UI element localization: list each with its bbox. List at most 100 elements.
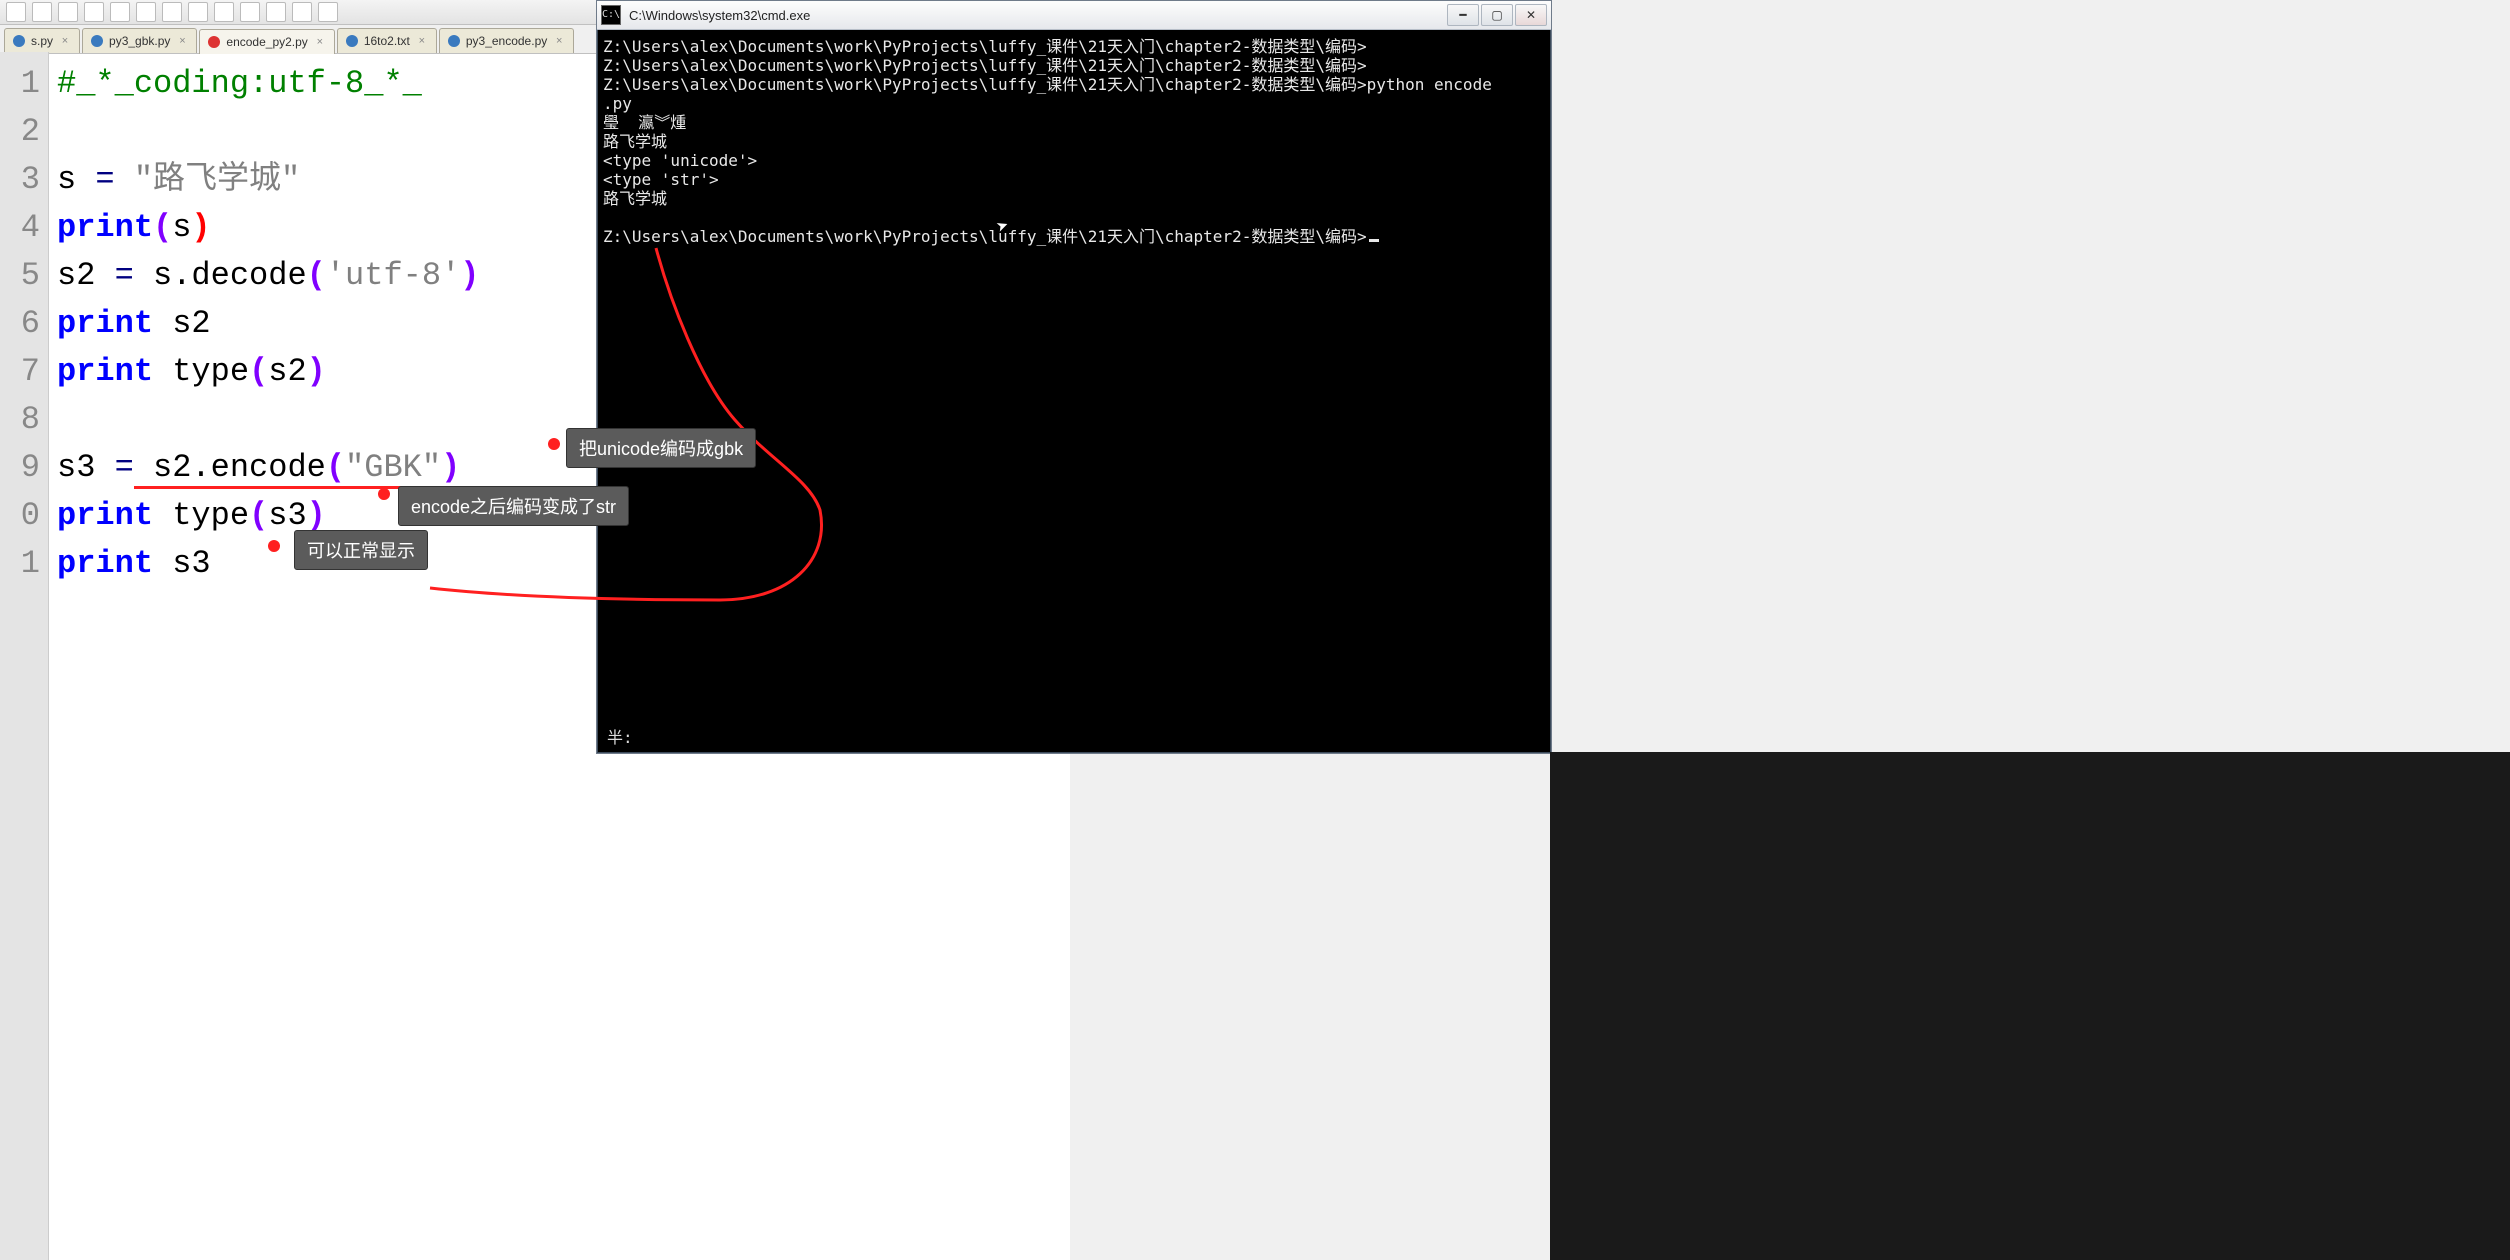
code-token: ( [249,353,268,390]
tab-close-icon[interactable]: × [176,35,188,47]
toolbar-button[interactable] [58,2,78,22]
code-token: ) [307,353,326,390]
file-icon [448,35,460,47]
background-strip [1550,752,2510,1260]
line-number: 5 [0,252,48,300]
annotation-callout-2: encode之后编码变成了str [398,486,629,526]
line-number: 6 [0,300,48,348]
close-button[interactable]: ✕ [1515,4,1547,26]
code-token: type [153,353,249,390]
file-icon [346,35,358,47]
toolbar-button[interactable] [266,2,286,22]
toolbar-button[interactable] [110,2,130,22]
code-token: = [115,257,134,294]
annotation-callout-3: 可以正常显示 [294,530,428,570]
toolbar-button[interactable] [292,2,312,22]
cmd-title: C:\Windows\system32\cmd.exe [629,8,1439,23]
cmd-line: 路飞学城 [603,189,667,208]
tab-py3-encode[interactable]: py3_encode.py × [439,28,574,53]
code-token: print [57,353,153,390]
toolbar-button[interactable] [318,2,338,22]
annotation-dot [268,540,280,552]
line-number: 0 [0,492,48,540]
tab-close-icon[interactable]: × [314,36,326,48]
line-number: 7 [0,348,48,396]
maximize-button[interactable]: ▢ [1481,4,1513,26]
code-token: ) [460,257,479,294]
tab-encode-py2[interactable]: encode_py2.py × [199,29,334,54]
code-token: #_*_coding:utf-8_*_ [57,65,422,102]
code-token: = [95,161,114,198]
code-token: ) [441,449,460,489]
code-token: ( [153,209,172,246]
toolbar-button[interactable] [240,2,260,22]
cmd-line: <type 'str'> [603,170,719,189]
code-token: ( [307,257,326,294]
code-token: print [57,545,153,582]
tab-close-icon[interactable]: × [59,35,71,47]
tab-label: 16to2.txt [364,34,410,48]
tab-close-icon[interactable]: × [553,35,565,47]
code-token: s2 [57,257,115,294]
code-token: print [57,305,153,342]
code-token: ( [249,497,268,534]
tab-py3-gbk[interactable]: py3_gbk.py × [82,28,197,53]
code-token: = [115,449,134,486]
cmd-line: 璺 瀛︾煄 [603,113,686,132]
code-token: print [57,497,153,534]
annotation-dot [378,488,390,500]
file-icon [208,36,220,48]
tab-label: py3_encode.py [466,34,547,48]
toolbar-button[interactable] [6,2,26,22]
code-token: type [153,497,249,534]
cmd-window[interactable]: C:\ C:\Windows\system32\cmd.exe ━ ▢ ✕ Z:… [596,0,1552,754]
minimize-button[interactable]: ━ [1447,4,1479,26]
line-number: 1 [0,60,48,108]
tab-close-icon[interactable]: × [416,35,428,47]
annotation-callout-1: 把unicode编码成gbk [566,428,756,468]
file-icon [13,35,25,47]
toolbar-button[interactable] [214,2,234,22]
cmd-body[interactable]: Z:\Users\alex\Documents\work\PyProjects\… [599,31,1549,751]
cmd-line: Z:\Users\alex\Documents\work\PyProjects\… [603,75,1492,94]
code-token: s.decode [134,257,307,294]
toolbar-button[interactable] [162,2,182,22]
line-number: 8 [0,396,48,444]
window-buttons: ━ ▢ ✕ [1447,4,1547,26]
line-number: 4 [0,204,48,252]
toolbar-button[interactable] [188,2,208,22]
code-token: s2.encode [134,449,326,489]
cmd-line: .py [603,94,632,113]
line-number: 3 [0,156,48,204]
cmd-icon: C:\ [601,5,621,25]
cmd-titlebar[interactable]: C:\ C:\Windows\system32\cmd.exe ━ ▢ ✕ [597,1,1551,30]
file-icon [91,35,103,47]
code-token: s2 [153,305,211,342]
code-token: s [172,209,191,246]
toolbar-button[interactable] [84,2,104,22]
tab-label: encode_py2.py [226,35,307,49]
code-token: 'utf-8' [326,257,460,294]
line-number: 9 [0,444,48,492]
cmd-line: Z:\Users\alex\Documents\work\PyProjects\… [603,56,1367,75]
cmd-line: Z:\Users\alex\Documents\work\PyProjects\… [603,227,1367,246]
toolbar-button[interactable] [136,2,156,22]
code-token: print [57,209,153,246]
annotation-dot [548,438,560,450]
cmd-line: Z:\Users\alex\Documents\work\PyProjects\… [603,37,1367,56]
code-token: "GBK" [345,449,441,489]
ime-status: 半: [607,728,633,747]
code-token: ( [326,449,345,489]
line-number-gutter: 1 2 3 4 5 6 7 8 9 0 1 [0,52,49,1260]
tab-16to2[interactable]: 16to2.txt × [337,28,437,53]
tab-s-py[interactable]: s.py × [4,28,80,53]
code-token: s [57,161,95,198]
tab-label: py3_gbk.py [109,34,170,48]
cmd-line: 路飞学城 [603,132,667,151]
line-number: 2 [0,108,48,156]
code-token: s3 [57,449,115,486]
code-token: s3 [268,497,306,534]
code-token: s3 [153,545,211,582]
tab-label: s.py [31,34,53,48]
toolbar-button[interactable] [32,2,52,22]
